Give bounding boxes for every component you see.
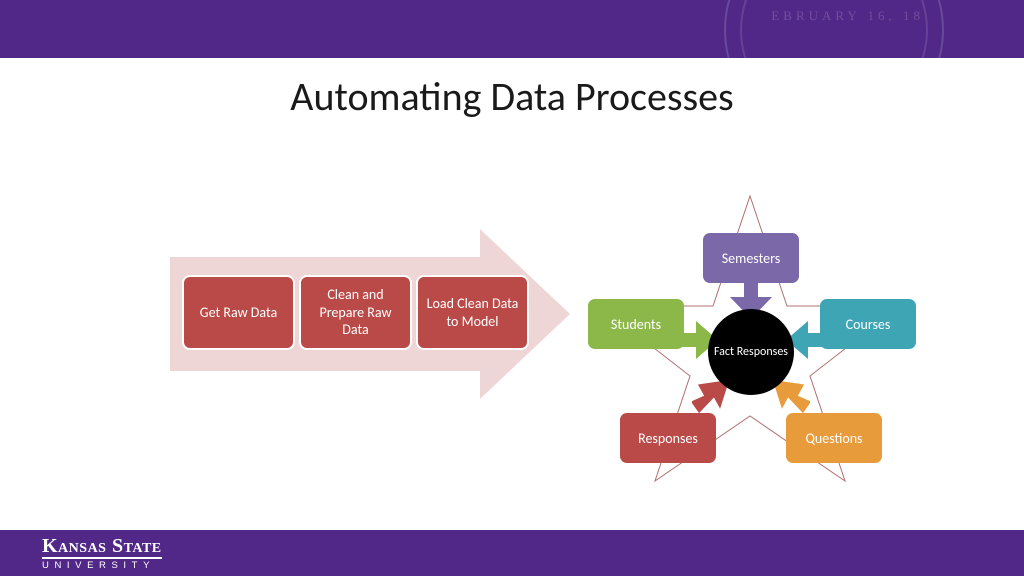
dim-responses: Responses — [620, 413, 716, 463]
dim-questions: Questions — [786, 413, 882, 463]
star-center: Fact Responses — [708, 309, 794, 395]
slide-content: Get Raw Data Clean and Prepare Raw Data … — [0, 121, 1024, 541]
university-logo: Kansas State UNIVERSITY — [42, 536, 162, 571]
footer-banner: Kansas State UNIVERSITY — [0, 530, 1024, 576]
seal-text: EBRUARY 16, 18 — [771, 8, 924, 24]
dim-courses: Courses — [820, 299, 916, 349]
header-banner: EBRUARY 16, 18 — [0, 0, 1024, 58]
slide-title: Automating Data Processes — [0, 72, 1024, 121]
logo-sub-text: UNIVERSITY — [42, 560, 162, 571]
logo-main-text: Kansas State — [42, 536, 162, 559]
star-diagram: Fact Responses Semesters Students Course… — [570, 181, 930, 501]
process-step-3: Load Clean Data to Model — [416, 275, 529, 350]
dim-semesters: Semesters — [703, 233, 799, 283]
process-step-1: Get Raw Data — [182, 275, 295, 350]
dim-students: Students — [588, 299, 684, 349]
process-step-2: Clean and Prepare Raw Data — [299, 275, 412, 350]
process-steps: Get Raw Data Clean and Prepare Raw Data … — [182, 275, 529, 350]
